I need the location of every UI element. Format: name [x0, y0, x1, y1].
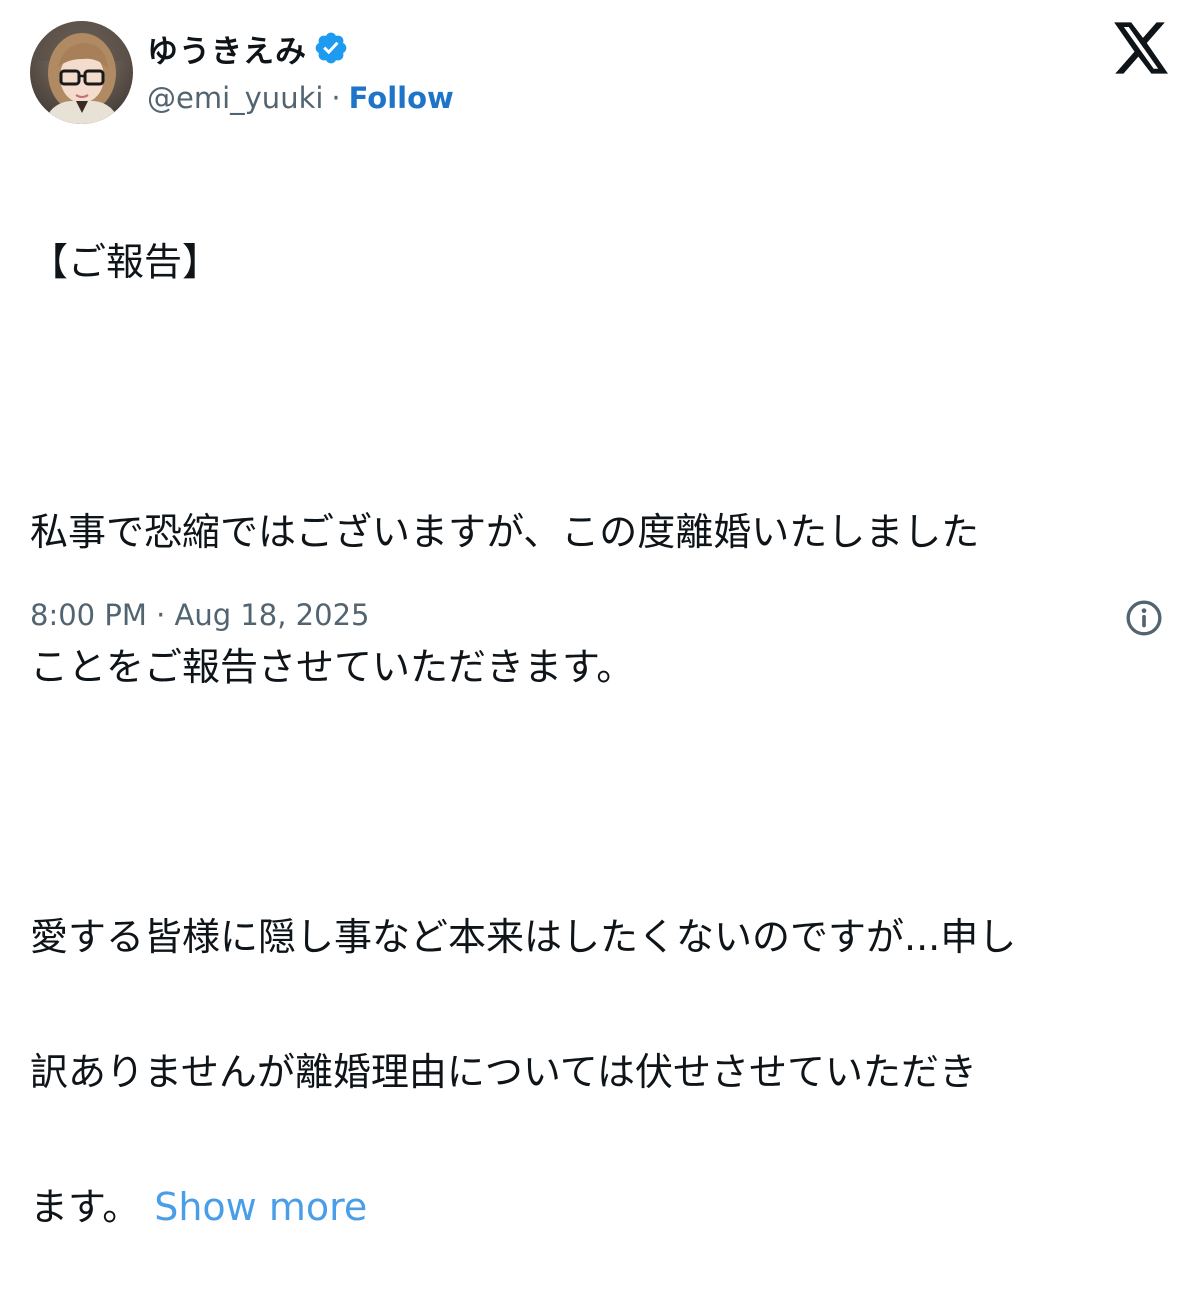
- tweet-line: 私事で恐縮ではございますが、この度離婚いたしました: [30, 510, 980, 554]
- info-icon[interactable]: [1124, 598, 1164, 638]
- tweet-embed-card: ゆうきえみ @emi_yuuki · Follow 【ご報告】 私事で恐縮ではご…: [0, 0, 1200, 1229]
- author-display-name[interactable]: ゆうきえみ: [147, 26, 307, 71]
- tweet-text: 【ご報告】 私事で恐縮ではございますが、この度離婚いたしました ことをご報告させ…: [30, 150, 1180, 1316]
- tweet-line: 愛する皆様に隠し事など本来はしたくないのですが...申し: [30, 915, 1017, 959]
- x-logo-icon[interactable]: [1114, 22, 1170, 74]
- follow-button[interactable]: Follow: [349, 81, 454, 115]
- show-more-link[interactable]: Show more: [154, 1185, 367, 1229]
- tweet-last-line: ます。 Show more: [30, 1185, 1180, 1230]
- tweet-line: ことをご報告させていただきます。: [30, 645, 635, 689]
- avatar[interactable]: [30, 21, 133, 124]
- author-handle[interactable]: @emi_yuuki: [147, 81, 323, 115]
- tweet-line-text: ます。: [30, 1185, 141, 1229]
- tweet-line: 【ご報告】: [30, 240, 221, 284]
- tweet-line: 訳ありませんが離婚理由については伏せさせていただき: [30, 1050, 977, 1094]
- separator-dot: ·: [331, 81, 341, 115]
- tweet-timestamp[interactable]: 8:00 PM · Aug 18, 2025: [30, 598, 370, 632]
- verified-badge-icon: [313, 30, 349, 66]
- author-handle-row: @emi_yuuki · Follow: [147, 76, 454, 120]
- author-name-row: ゆうきえみ: [147, 26, 349, 70]
